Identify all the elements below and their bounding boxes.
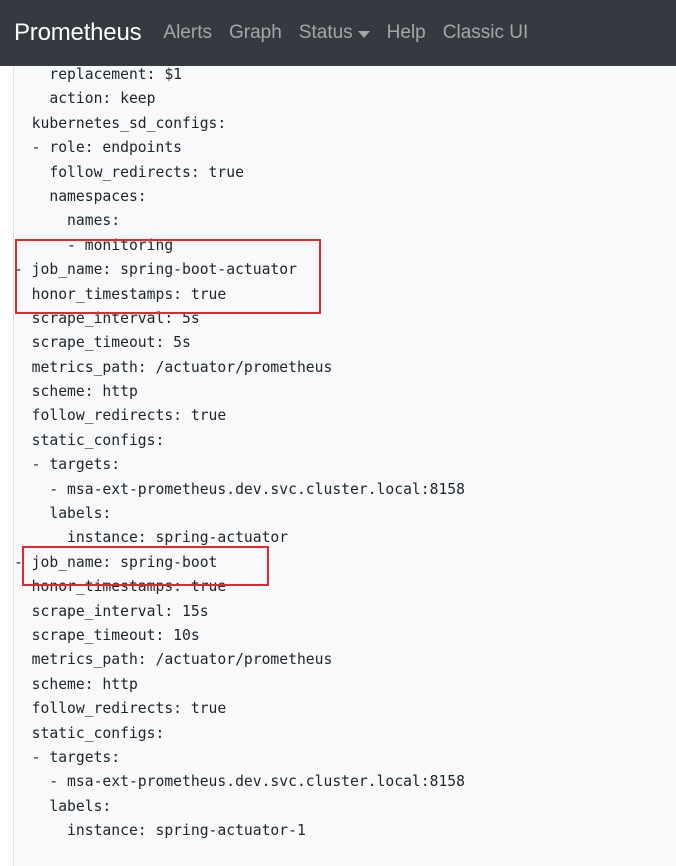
config-line: labels: [14, 797, 112, 815]
nav-help[interactable]: Help [387, 22, 426, 44]
config-line: - role: endpoints [14, 139, 183, 157]
config-line: namespaces: [14, 187, 147, 205]
config-line: - targets: [14, 456, 121, 474]
config-line: scrape_interval: 15s [14, 602, 209, 620]
config-line: scheme: http [14, 675, 138, 693]
config-line: - monitoring [14, 236, 174, 254]
config-line: static_configs: [14, 724, 165, 742]
nav-status-dropdown[interactable]: Status [299, 22, 370, 44]
config-line: metrics_path: /actuator/prometheus [14, 358, 333, 376]
config-line: static_configs: [14, 431, 165, 449]
config-line: scheme: http [14, 383, 138, 401]
config-line: labels: [14, 505, 112, 523]
config-line: honor_timestamps: true [14, 578, 227, 596]
config-line: scrape_timeout: 5s [14, 334, 191, 352]
nav-alerts[interactable]: Alerts [163, 22, 212, 44]
config-line: - job_name: spring-boot-actuator [14, 261, 297, 279]
config-line: kubernetes_sd_configs: [14, 114, 227, 132]
config-line: follow_redirects: true [14, 407, 227, 425]
config-line: action: keep [14, 90, 156, 108]
config-line: instance: spring-actuator-1 [14, 822, 306, 840]
config-line: instance: spring-actuator [14, 529, 289, 547]
config-line: - msa-ext-prometheus.dev.svc.cluster.loc… [14, 480, 465, 498]
config-panel: replacement: $1 action: keep kubernetes_… [13, 66, 676, 866]
config-line: scrape_timeout: 10s [14, 626, 200, 644]
config-line: names: [14, 212, 121, 230]
caret-down-icon [357, 30, 370, 38]
nav-classic-ui[interactable]: Classic UI [443, 22, 529, 44]
config-line: replacement: $1 [14, 66, 183, 83]
config-line: honor_timestamps: true [14, 285, 227, 303]
config-code-block: replacement: $1 action: keep kubernetes_… [14, 66, 465, 844]
brand-link[interactable]: Prometheus [14, 19, 142, 47]
config-line: - msa-ext-prometheus.dev.svc.cluster.loc… [14, 773, 465, 791]
config-line: scrape_interval: 5s [14, 309, 200, 327]
navbar: Prometheus Alerts Graph Status Help Clas… [0, 0, 676, 66]
config-line: metrics_path: /actuator/prometheus [14, 651, 333, 669]
config-line: follow_redirects: true [14, 163, 244, 181]
nav-graph[interactable]: Graph [229, 22, 282, 44]
nav-status-label: Status [298, 22, 353, 43]
config-line: follow_redirects: true [14, 700, 227, 718]
config-line: - targets: [14, 748, 121, 766]
config-line: - job_name: spring-boot [14, 553, 218, 571]
